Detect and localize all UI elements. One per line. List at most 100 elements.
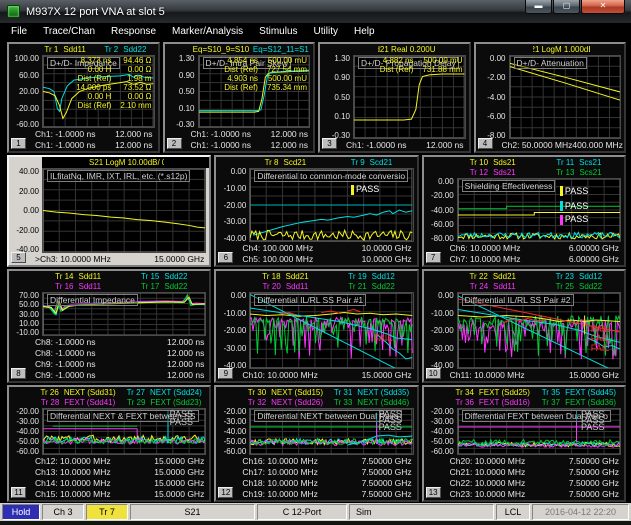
trace-label-tr28[interactable]: Tr 28FEXT (Sdd41): [38, 398, 119, 408]
plot-area[interactable]: D+/D- Attenuation: [509, 55, 622, 139]
trace-label-tr21[interactable]: Tr 21Sdd22: [331, 282, 412, 292]
close-button[interactable]: ✕: [581, 0, 625, 14]
menu-marker-analysis[interactable]: Marker/Analysis: [172, 26, 253, 37]
trace-label-tr12[interactable]: Tr 12Sds21: [452, 168, 533, 178]
channel-stimulus: Ch19: 10.0000 MHz7.50000 GHz: [216, 489, 416, 500]
plot-area[interactable]: Differential NEXT between Dual PairsPASS…: [249, 408, 413, 455]
plot-area[interactable]: Differential Impedance: [42, 292, 206, 336]
window-number-badge[interactable]: 1: [11, 138, 26, 149]
plot-area[interactable]: D+/D- Propagation Delay4.882 ns500.00 mU…: [353, 55, 466, 139]
vna-window-3[interactable]: Tr 5Sdd21 Real 0.200U/ 500mU 1.300.900.50…: [318, 42, 471, 153]
limit-test-text: PASS: [170, 418, 193, 427]
window-number-badge[interactable]: 3: [322, 138, 337, 149]
trace-label-tr20[interactable]: Tr 20Sdd11: [245, 282, 326, 292]
trace-header: Tr 10Sds21 Tr 11Scs21 Tr 12Sds21 Tr 13Scs21: [424, 157, 624, 178]
menu-response[interactable]: Response: [111, 26, 166, 37]
trace-label-tr32[interactable]: Tr 32NEXT (Sdd26): [245, 398, 326, 408]
vna-window-8[interactable]: Tr 14Sdd11 Tr 15Sdd22 Tr 16Sdd11 Tr 17Sdd22…: [7, 269, 211, 383]
trace-label-tr35[interactable]: Tr 35FEXT (Sdd45): [538, 388, 619, 398]
window-number-badge[interactable]: 6: [218, 252, 233, 263]
trace-label-tr7[interactable]: Tr 7S21 LogM 10.00dB/ 0.00dB: [87, 158, 164, 168]
plot-area[interactable]: Differential FEXT between Dual Pair oPAS…: [457, 408, 621, 455]
trace-label-tr2[interactable]: Tr 2Sdd22: [97, 45, 154, 55]
menu-help[interactable]: Help: [354, 26, 385, 37]
menu-stimulus[interactable]: Stimulus: [259, 26, 307, 37]
window-number-badge[interactable]: 2: [167, 138, 182, 149]
trace-label-tr14[interactable]: Tr 14Sdd11: [38, 272, 119, 282]
trace-label-tr23[interactable]: Tr 23Sdd12: [538, 272, 619, 282]
channel-stimulus: >Ch3: 10.0000 MHz15.0000 GHz: [9, 254, 209, 265]
plot-area[interactable]: Differential NEXT & FEXT between SSPASSP…: [42, 408, 206, 455]
vna-window-2[interactable]: Tr 3Eq=S10_9=S10Tr1MEq=S12_11=S11.300.90…: [163, 42, 316, 153]
window-number-badge[interactable]: 8: [11, 368, 26, 379]
trace-label-tr9[interactable]: Tr 9Scd21: [331, 158, 412, 168]
window-number-badge[interactable]: 11: [11, 487, 26, 498]
window-number-badge[interactable]: 10: [426, 368, 441, 379]
window-number-badge[interactable]: 5: [11, 252, 26, 263]
menu-utility[interactable]: Utility: [314, 26, 348, 37]
trace-label-tr19[interactable]: Tr 19Sdd12: [331, 272, 412, 282]
y-axis-scale: 1.300.900.500.10-0.30: [320, 55, 353, 140]
trace-label-tr10[interactable]: Tr 10Sds21: [452, 158, 533, 168]
trace-measurement: S21 LogM 10.00dB/ 0.00dB: [89, 158, 164, 168]
plot-area[interactable]: D+/D- Impedance8.373 ns94.46 Ω0.00 H0.00…: [42, 55, 155, 128]
trace-label-tr33[interactable]: Tr 33NEXT (Sdd46): [331, 398, 412, 408]
window-number-badge[interactable]: 4: [478, 138, 493, 149]
trace-label-tr30[interactable]: Tr 30NEXT (Sdd15): [245, 388, 326, 398]
vna-window-13[interactable]: Tr 34FEXT (Sdd25) Tr 35FEXT (Sdd45) Tr 36F…: [422, 385, 626, 502]
trace-label-tr25[interactable]: Tr 25Sdd22: [538, 282, 619, 292]
y-axis-label: -60.00: [216, 448, 246, 456]
minimize-button[interactable]: ▬: [525, 0, 552, 14]
trace-label-tr13[interactable]: Tr 13Scs21: [538, 168, 619, 178]
trace-label-tr26[interactable]: Tr 26NEXT (Sdd31): [38, 388, 119, 398]
trace-label-tr11[interactable]: Tr 11Scs21: [538, 158, 619, 168]
trace-label-tr6[interactable]: Tr 6Sdd21 LogM 1.000dB/ -4.00dB: [533, 45, 590, 55]
trace-label-tr29[interactable]: Tr 29FEXT (Sdd23): [124, 398, 205, 408]
trace-label-tr1[interactable]: Tr 1Sdd11: [37, 45, 94, 55]
trace-measurement: FEXT (Sdd23): [150, 398, 201, 408]
trace-label-tr17[interactable]: Tr 17Sdd22: [124, 282, 205, 292]
trace-label-tr16[interactable]: Tr 16Sdd11: [38, 282, 119, 292]
trace-label-tr36[interactable]: Tr 36FEXT (Sdd16): [452, 398, 533, 408]
plot-area[interactable]: ILfitatNq, IMR, IXT, IRL, etc. (*.s12p): [42, 168, 206, 253]
trace-label[interactable]: Eq=S12_11=S1: [253, 45, 310, 55]
plot-area[interactable]: Differential to common-mode conversioPAS…: [249, 168, 413, 242]
stimulus-stop: 7.50000 GHz: [362, 456, 412, 467]
vna-window-7[interactable]: Tr 10Sds21 Tr 11Scs21 Tr 12Sds21 Tr 13Scs21…: [422, 155, 626, 267]
trace-label-tr31[interactable]: Tr 31NEXT (Sdd35): [331, 388, 412, 398]
window-number-badge[interactable]: 7: [426, 252, 441, 263]
trace-label-tr8[interactable]: Tr 8Scd21: [245, 158, 326, 168]
vna-window-4[interactable]: Tr 6Sdd21 LogM 1.000dB/ -4.00dB0.00-2.00…: [474, 42, 627, 153]
marker-readout-value: Dist (Ref): [76, 74, 111, 83]
window-number-badge[interactable]: 9: [218, 368, 233, 379]
vna-window-1[interactable]: Tr 1Sdd11Tr 2Sdd22100.0060.0020.00-20.00…: [7, 42, 160, 153]
trace-label-tr37[interactable]: Tr 37FEXT (Sdd36): [538, 398, 619, 408]
vna-window-9[interactable]: Tr 18Sdd21 Tr 19Sdd12 Tr 20Sdd11 Tr 21Sdd22…: [214, 269, 418, 383]
menu-file[interactable]: File: [11, 26, 37, 37]
trace-label-tr18[interactable]: Tr 18Sdd21: [245, 272, 326, 282]
title-bar[interactable]: M937X 12 port VNA at slot 5 ▬ ▢ ✕: [0, 0, 631, 23]
window-number-badge[interactable]: 13: [426, 487, 441, 498]
menu-trace-chan[interactable]: Trace/Chan: [43, 26, 105, 37]
stimulus-start: Ch1: -1.0000 ns: [191, 140, 251, 151]
plot-area[interactable]: Shielding EffectivenessPASSPASSPASS: [457, 178, 621, 242]
trace-label-tr3[interactable]: Tr 3Eq=S10_9=S10Tr1M: [192, 45, 249, 55]
vna-window-12[interactable]: Tr 30NEXT (Sdd15) Tr 31NEXT (Sdd35) Tr 32N…: [214, 385, 418, 502]
trace-label-tr5[interactable]: Tr 5Sdd21 Real 0.200U/ 500mU: [378, 45, 435, 55]
trace-measurement: Sds21: [493, 168, 516, 178]
plot-area[interactable]: D+/D- Intra Pair Skew4.854 ns500.00 mUDi…: [198, 55, 311, 128]
plot-area[interactable]: Differential IL/RL SS Pair #2FAILFAILFAI…: [457, 292, 621, 369]
trace-label-tr22[interactable]: Tr 22Sdd21: [452, 272, 533, 282]
vna-window-5[interactable]: Tr 7S21 LogM 10.00dB/ 0.00dB40.0020.000.…: [7, 155, 211, 267]
trace-label-tr15[interactable]: Tr 15Sdd22: [124, 272, 205, 282]
window-number-badge[interactable]: 12: [218, 487, 233, 498]
vna-window-10[interactable]: Tr 22Sdd21 Tr 23Sdd12 Tr 24Sdd11 Tr 25Sdd22…: [422, 269, 626, 383]
y-axis-label: -60.00: [424, 221, 454, 229]
vna-window-11[interactable]: Tr 26NEXT (Sdd31) Tr 27NEXT (Sdd24) Tr 28F…: [7, 385, 211, 502]
maximize-button[interactable]: ▢: [553, 0, 580, 14]
trace-label-tr34[interactable]: Tr 34FEXT (Sdd25): [452, 388, 533, 398]
trace-label-tr27[interactable]: Tr 27NEXT (Sdd24): [124, 388, 205, 398]
vna-window-6[interactable]: Tr 8Scd21Tr 9Scd210.00-10.00-20.00-30.00…: [214, 155, 418, 267]
plot-area[interactable]: Differential IL/RL SS Pair #1FAIL: [249, 292, 413, 369]
trace-label-tr24[interactable]: Tr 24Sdd11: [452, 282, 533, 292]
